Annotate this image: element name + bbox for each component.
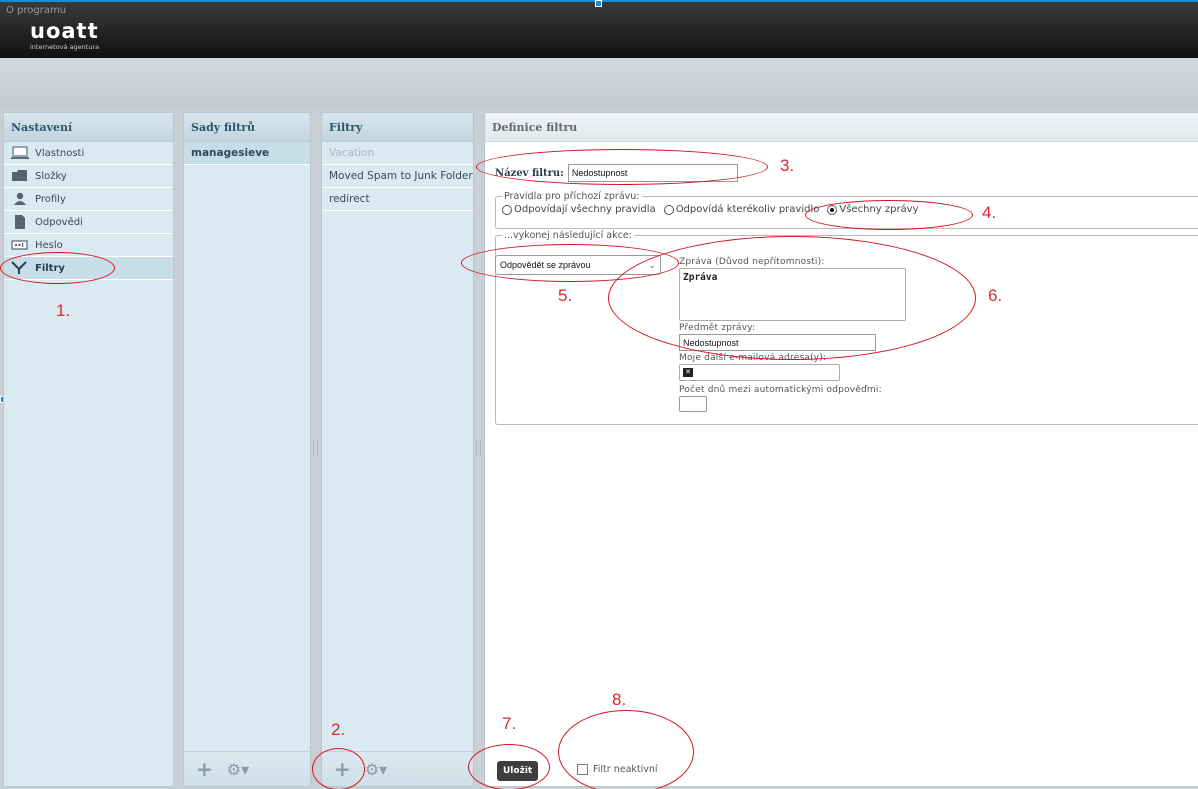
rule-option-label: Odpovídají všechny pravidla [514, 204, 656, 215]
sidebar-item-label: Odpovědi [35, 216, 83, 228]
rules-legend: Pravidla pro příchozí zprávu: [504, 191, 640, 202]
filter-set-actions-gear-icon[interactable]: ⚙▾ [227, 760, 249, 779]
panel-splitter[interactable] [313, 440, 318, 456]
filter-definition-panel: Definice filtru Název filtru: Pravidla p… [484, 112, 1198, 787]
actions-legend: ...vykonej následující akce: [504, 230, 632, 241]
sidebar-item-filtry[interactable]: Filtry [4, 257, 173, 280]
inactive-label: Filtr neaktivní [593, 764, 658, 775]
filter-item-vacation[interactable]: Vacation [322, 142, 473, 165]
filters-footer: + ⚙▾ [322, 751, 473, 786]
rule-any-radio[interactable]: Odpovídá kterékoliv pravidlo [663, 204, 820, 215]
logo[interactable]: uoatt internetová agentura [30, 20, 99, 51]
rule-all-radio[interactable]: Odpovídají všechny pravidla [502, 204, 656, 215]
radio-circle [663, 204, 674, 215]
addresses-input[interactable]: ✕ [679, 364, 840, 381]
subject-input[interactable] [679, 334, 876, 351]
annotation-number: 5. [558, 286, 573, 305]
logo-tagline: internetová agentura [30, 43, 100, 51]
radio-circle-selected [827, 204, 838, 215]
filter-name-row: Název filtru: [495, 164, 738, 182]
annotation-number: 2. [331, 720, 346, 739]
add-filter-button[interactable]: + [334, 757, 351, 781]
filter-actions-gear-icon[interactable]: ⚙▾ [365, 760, 387, 779]
settings-panel: Nastavení Vlastnosti Složky Profily Odpo… [3, 112, 174, 787]
rule-all-messages-radio[interactable]: Všechny zprávy [827, 204, 919, 215]
filter-set-item[interactable]: managesieve [184, 142, 310, 165]
filter-name-label: Název filtru: [495, 167, 564, 179]
addresses-label: Moje další e-mailová adresa(y): [679, 353, 827, 363]
document-icon [11, 215, 29, 229]
action-select[interactable]: Odpovědět se zprávou ⌄ [495, 255, 661, 275]
sidebar-item-label: Vlastnosti [35, 147, 85, 159]
days-label: Počet dnů mezi automatickými odpověďmi: [679, 385, 882, 395]
top-bar: O programu uoatt internetová agentura [0, 0, 1198, 58]
annotation-number: 7. [502, 714, 517, 733]
radio-circle [502, 204, 512, 215]
folder-icon [11, 169, 29, 183]
filter-item-moved-spam[interactable]: Moved Spam to Junk Folder [322, 165, 473, 188]
sidebar-item-label: Složky [35, 170, 67, 182]
filter-sets-footer: + ⚙▾ [184, 751, 310, 786]
annotation-number: 3. [780, 156, 795, 175]
filter-icon [11, 261, 29, 275]
filter-name-input[interactable] [567, 164, 738, 182]
message-textarea[interactable]: Zpráva [679, 268, 906, 321]
monitor-icon [11, 146, 29, 160]
user-icon [11, 192, 29, 206]
sidebar-item-profily[interactable]: Profily [4, 188, 173, 211]
about-link[interactable]: O programu [6, 5, 66, 16]
sidebar-item-label: Filtry [35, 262, 65, 274]
filter-definition-title: Definice filtru [485, 113, 1198, 142]
annotation-number: 6. [988, 286, 1003, 305]
days-input[interactable] [679, 396, 707, 412]
annotation-number: 4. [982, 203, 997, 222]
password-icon [11, 238, 29, 252]
sidebar-item-heslo[interactable]: Heslo [4, 234, 173, 257]
sidebar-item-odpovedi[interactable]: Odpovědi [4, 211, 173, 234]
action-select-value: Odpovědět se zprávou [500, 260, 591, 270]
annotation-number: 8. [612, 690, 627, 709]
save-button[interactable]: Uložit [497, 761, 539, 781]
rule-radio-group: Odpovídají všechny pravidla Odpovídá kte… [502, 204, 1198, 215]
chevron-down-icon: ⌄ [648, 260, 656, 270]
settings-panel-title: Nastavení [4, 113, 173, 142]
sidebar-item-label: Heslo [35, 239, 63, 251]
selection-handle [595, 0, 602, 7]
rule-option-label: Všechny zprávy [839, 204, 919, 215]
toolbar-strip [0, 58, 1198, 108]
sidebar-item-slozky[interactable]: Složky [4, 165, 173, 188]
logo-text: uoatt [30, 19, 99, 43]
inactive-checkbox[interactable] [577, 764, 588, 775]
inactive-row: Filtr neaktivní [577, 764, 658, 775]
rules-fieldset: Pravidla pro příchozí zprávu: Odpovídají… [495, 191, 1198, 229]
filters-panel: Filtry Vacation Moved Spam to Junk Folde… [321, 112, 474, 787]
sidebar-item-vlastnosti[interactable]: Vlastnosti [4, 142, 173, 165]
annotation-number: 1. [56, 301, 71, 320]
panel-splitter[interactable] [476, 440, 481, 456]
filter-sets-title: Sady filtrů [184, 113, 310, 142]
filter-sets-panel: Sady filtrů managesieve + ⚙▾ [183, 112, 311, 787]
message-label: Zpráva (Důvod nepřítomnosti): [679, 257, 825, 267]
rule-option-label: Odpovídá kterékoliv pravidlo [675, 204, 820, 215]
delete-address-icon[interactable]: ✕ [683, 368, 693, 377]
add-filter-set-button[interactable]: + [196, 757, 213, 781]
subject-label: Předmět zprávy: [679, 323, 756, 333]
sidebar-item-label: Profily [35, 193, 66, 205]
filters-title: Filtry [322, 113, 473, 142]
filter-item-redirect[interactable]: redirect [322, 188, 473, 211]
